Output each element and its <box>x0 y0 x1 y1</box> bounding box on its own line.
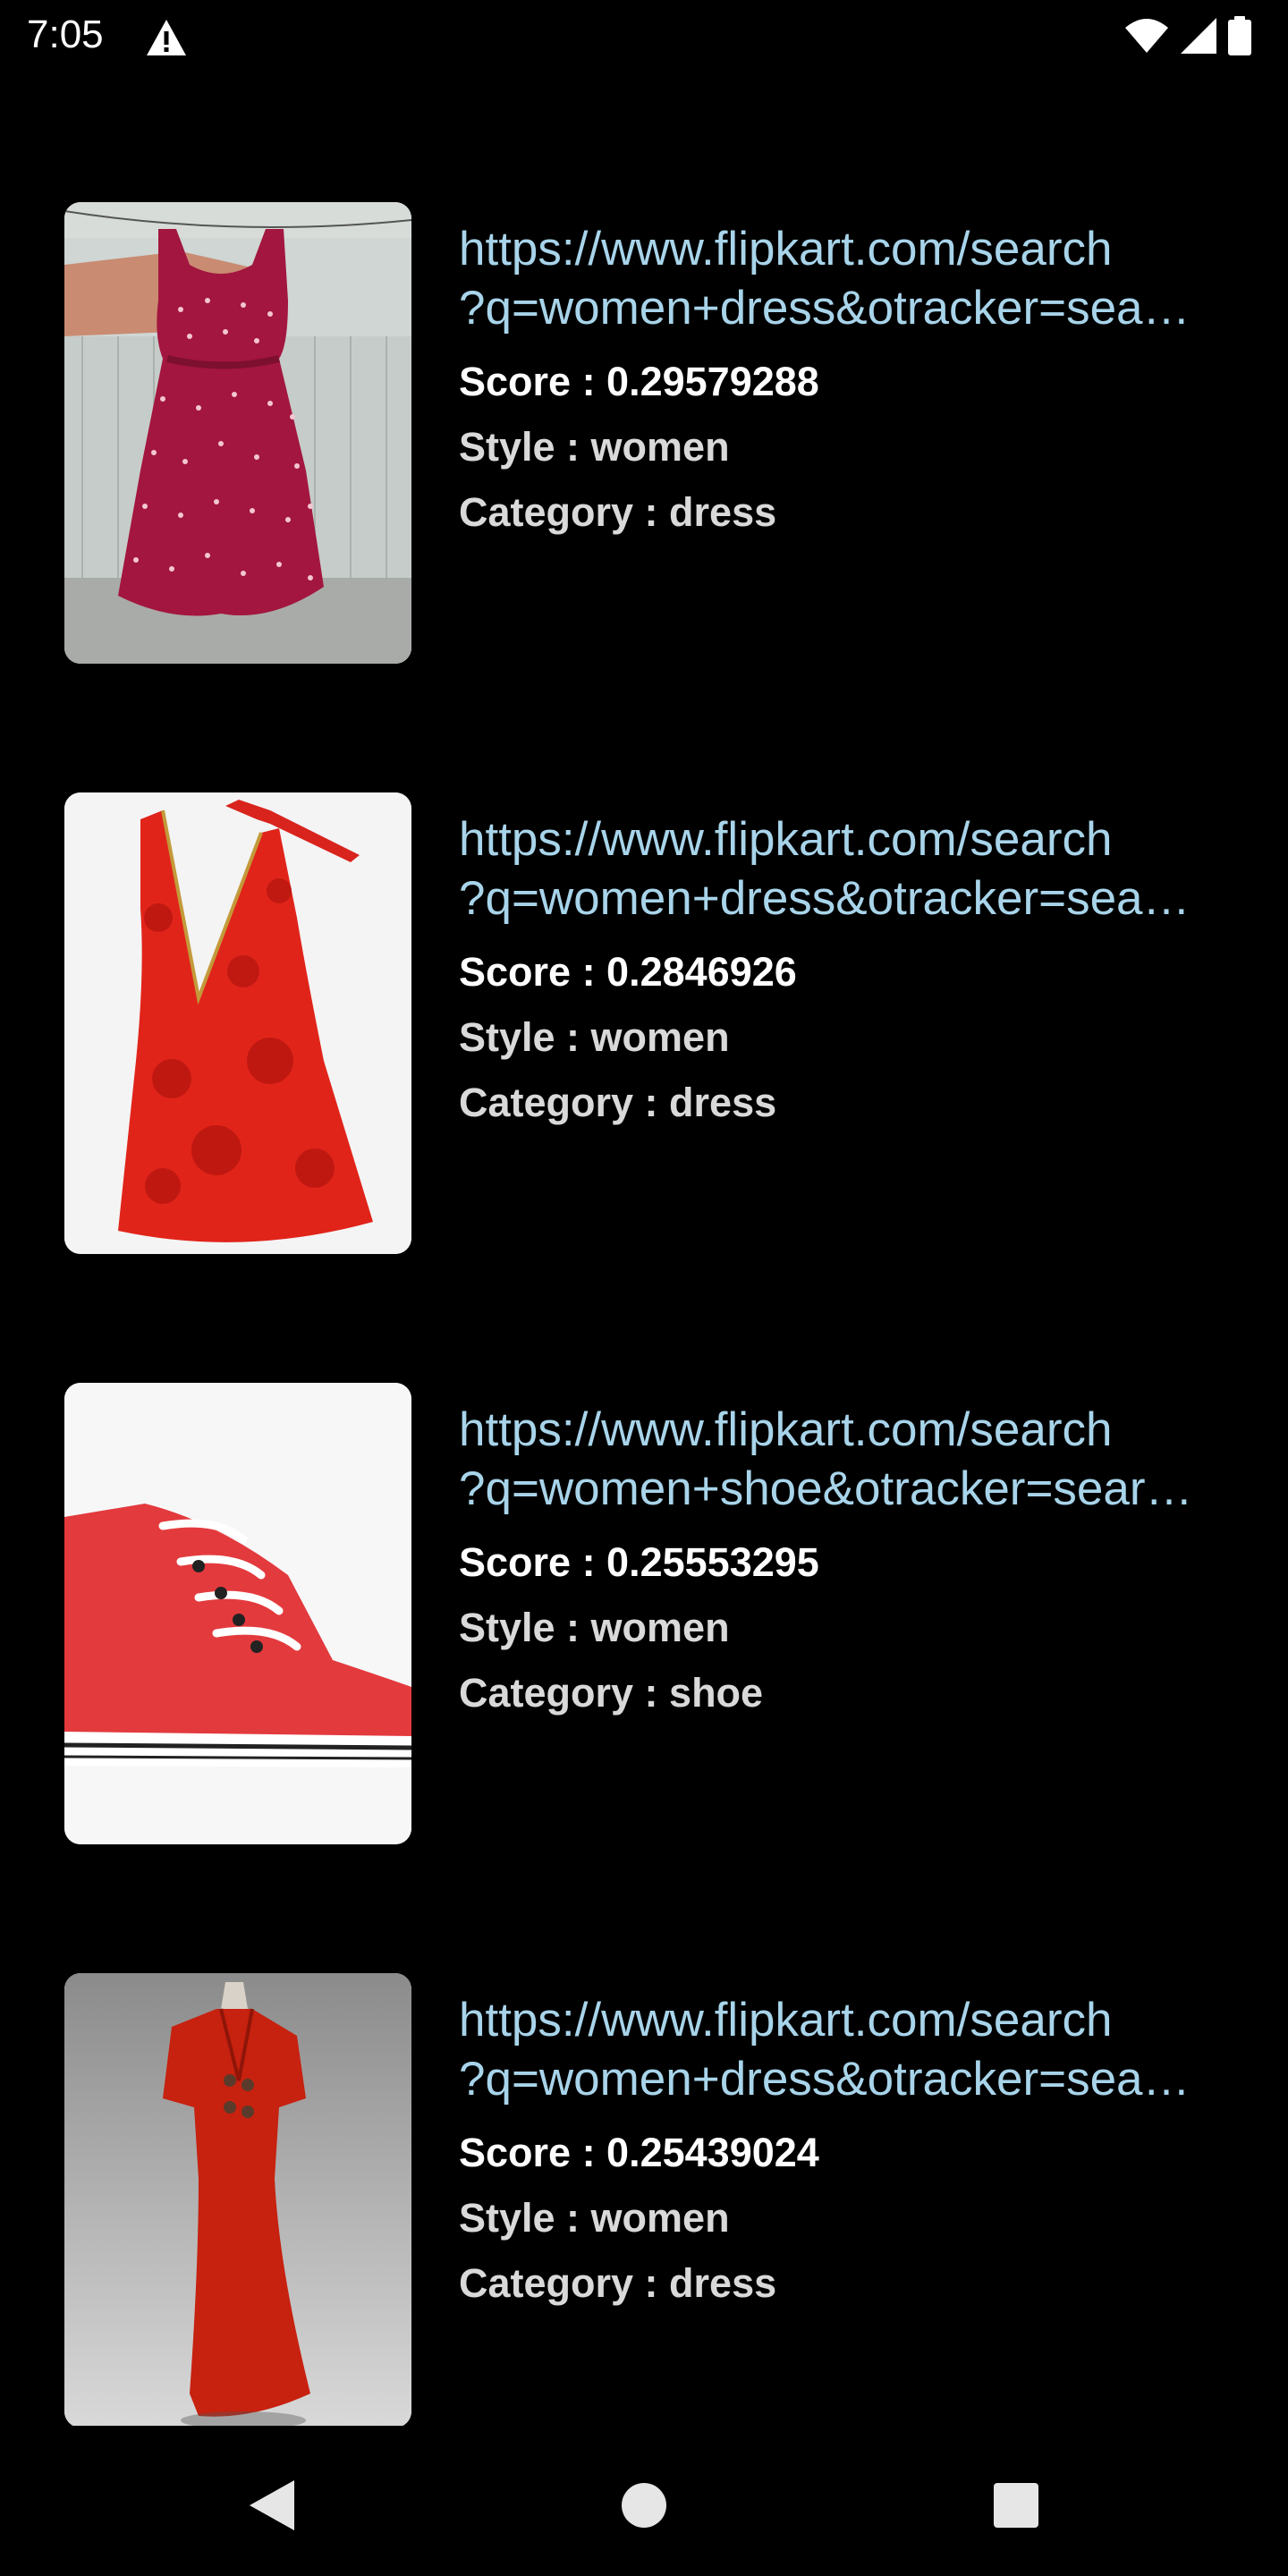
result-item[interactable]: https://www.flipkart.com/search ?q=women… <box>0 1379 1288 1844</box>
result-url[interactable]: https://www.flipkart.com/search <box>459 1991 1228 2050</box>
battery-icon <box>1227 15 1252 60</box>
result-score: Score : 0.29579288 <box>459 359 819 404</box>
result-style: Style : women <box>459 2195 730 2241</box>
result-category: Category : dress <box>459 1080 777 1125</box>
result-score: Score : 0.25439024 <box>459 2130 819 2175</box>
result-text: https://www.flipkart.com/search ?q=women… <box>459 1401 1228 1725</box>
result-url-continued[interactable]: ?q=women+dress&otracker=sea… <box>459 869 1228 928</box>
result-text: https://www.flipkart.com/search ?q=women… <box>459 810 1228 1135</box>
result-url[interactable]: https://www.flipkart.com/search <box>459 810 1228 869</box>
result-url-continued[interactable]: ?q=women+shoe&otracker=sear… <box>459 1460 1228 1519</box>
status-bar: 7:05 <box>0 0 1288 75</box>
result-score: Score : 0.2846926 <box>459 949 797 995</box>
result-item[interactable]: https://www.flipkart.com/search ?q=women… <box>0 1970 1288 2435</box>
result-style: Style : women <box>459 1605 730 1650</box>
product-image[interactable] <box>64 202 411 664</box>
product-image[interactable] <box>64 792 411 1254</box>
result-url[interactable]: https://www.flipkart.com/search <box>459 1401 1228 1460</box>
result-item[interactable]: https://www.flipkart.com/search ?q=women… <box>0 789 1288 1254</box>
home-icon[interactable] <box>613 2474 675 2537</box>
status-time: 7:05 <box>27 13 104 56</box>
result-item[interactable]: https://www.flipkart.com/search ?q=women… <box>0 199 1288 664</box>
result-text: https://www.flipkart.com/search ?q=women… <box>459 220 1228 545</box>
alert-icon <box>145 18 188 57</box>
result-url-continued[interactable]: ?q=women+dress&otracker=sea… <box>459 2050 1228 2109</box>
result-url[interactable]: https://www.flipkart.com/search <box>459 220 1228 279</box>
product-image[interactable] <box>64 1383 411 1844</box>
result-url-continued[interactable]: ?q=women+dress&otracker=sea… <box>459 279 1228 338</box>
back-icon[interactable] <box>240 2474 302 2537</box>
result-style: Style : women <box>459 424 730 470</box>
signal-icon <box>1179 16 1218 60</box>
result-text: https://www.flipkart.com/search ?q=women… <box>459 1991 1228 2316</box>
result-category: Category : shoe <box>459 1670 764 1716</box>
result-score: Score : 0.25553295 <box>459 1539 819 1585</box>
result-category: Category : dress <box>459 489 777 535</box>
wifi-icon <box>1123 17 1170 59</box>
product-image[interactable] <box>64 1973 411 2428</box>
recents-icon[interactable] <box>985 2474 1047 2537</box>
navigation-bar <box>0 2426 1288 2576</box>
result-category: Category : dress <box>459 2260 777 2306</box>
result-style: Style : women <box>459 1014 730 1060</box>
status-icons <box>1123 15 1252 60</box>
